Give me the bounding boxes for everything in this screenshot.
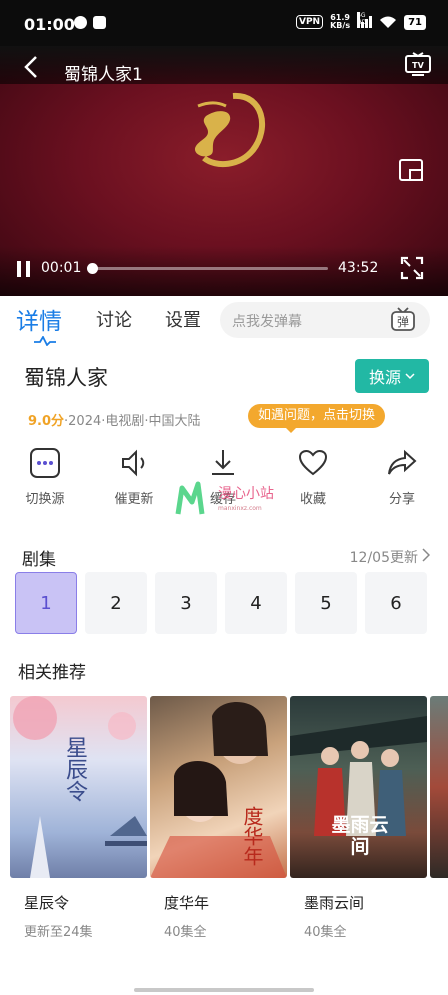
signal-label: 5G HD [357,12,366,26]
episode-button[interactable]: 2 [85,572,147,634]
notification-icons [74,16,106,29]
watermark-text: 漫心小站 [218,486,274,502]
tab-bar: 详情 讨论 设置 点我发弹幕 弹 [0,296,448,350]
recommendation-subtitle: 40集全 [164,925,207,940]
speaker-icon [122,449,145,477]
svg-text:TV: TV [412,61,424,70]
switch-source-button[interactable]: 换源 [355,359,429,393]
status-time: 01:00 [24,15,75,34]
progress-knob[interactable] [87,263,98,274]
episode-button[interactable]: 3 [155,572,217,634]
danmu-input[interactable]: 点我发弹幕 弹 [220,302,430,338]
action-label: 催更新 [114,492,154,507]
video-player[interactable]: 蜀锦人家1 TV 00:01 43:52 [0,46,448,296]
partial-poster-image[interactable] [430,696,448,878]
action-label: 分享 [388,492,415,507]
switch-tip-bubble[interactable]: 如遇问题，点击切换 [248,404,386,433]
show-title: 蜀锦人家 [24,366,108,390]
fullscreen-icon[interactable] [400,256,424,280]
back-arrow-icon[interactable] [20,54,42,80]
tab-discussion[interactable]: 讨论 [96,306,132,332]
signal-icon: 5G HD [357,12,373,28]
active-tab-indicator [34,336,56,346]
episodes-heading: 剧集 [22,550,56,570]
recommendation-title: 度华年 [164,894,210,912]
recommendation-title: 星辰令 [24,894,70,912]
poster-title: 墨雨云间 [331,814,389,858]
wechat-icon [74,16,87,29]
action-label: 收藏 [299,492,326,507]
recommendation-subtitle: 更新至24集 [24,925,93,940]
channel-logo-icon [194,92,265,168]
danmu-placeholder: 点我发弹幕 [232,314,302,330]
danmu-icon-char: 弹 [397,315,409,329]
action-share[interactable]: 分享 [367,448,437,507]
site-watermark-logo: 漫心小站 manxinxz.com [175,481,274,515]
poster-image: 墨雨云间 [290,696,427,878]
poster-title: 度华年 [240,806,264,866]
more-dots-icon [30,448,60,478]
chevron-down-icon [405,373,415,380]
action-label: 切换源 [25,492,65,507]
poster-image: 度华年 [150,696,287,878]
recommendation-subtitle: 40集全 [304,925,347,940]
vpn-badge: VPN [296,15,324,29]
show-score: 9.0分 [28,414,65,429]
tv-cast-icon[interactable]: TV [404,52,432,78]
status-indicators: VPN 61.9 KB/s 5G HD 71 [296,12,426,30]
recommendation-card[interactable]: 墨雨云间 墨雨云间 40集全 [290,696,427,940]
danmu-toggle-icon[interactable]: 弹 [390,306,416,334]
episodes-update[interactable]: 12/05更新 [350,547,418,567]
app-notification-icon [93,16,106,29]
watermark-sub: manxinxz.com [218,505,262,512]
progress-bar[interactable] [87,263,328,274]
pause-icon[interactable] [16,260,32,278]
status-bar: 01:00 VPN 61.9 KB/s 5G HD 71 [0,0,448,46]
wifi-icon [380,16,397,28]
heart-icon [298,449,328,476]
action-favorite[interactable]: 收藏 [278,448,348,507]
action-urge-update[interactable]: 催更新 [99,448,169,507]
tab-settings[interactable]: 设置 [165,306,201,332]
recommendation-card[interactable]: 度华年 度华年 40集全 [150,696,287,940]
network-speed-unit: KB/s [330,21,351,30]
episode-button[interactable]: 4 [225,572,287,634]
picture-in-picture-icon[interactable] [398,158,426,184]
episode-button[interactable]: 6 [365,572,427,634]
current-time: 00:01 [41,260,82,276]
show-meta: 9.0分·2024·电视剧·中国大陆 [28,410,201,429]
share-icon [388,449,417,475]
recommendation-title: 墨雨云间 [304,894,365,912]
chevron-right-icon[interactable] [422,548,430,562]
episode-list: 123456 [15,572,448,634]
home-indicator[interactable] [134,988,314,992]
tab-details[interactable]: 详情 [16,302,62,336]
recommendations-heading: 相关推荐 [18,663,86,683]
poster-image: 星辰令 [10,696,147,878]
episode-button[interactable]: 1 [15,572,77,634]
episode-button[interactable]: 5 [295,572,357,634]
action-switch-source[interactable]: 切换源 [10,448,80,507]
show-meta-text: ·2024·电视剧·中国大陆 [64,414,201,429]
battery-indicator: 71 [404,14,426,30]
recommendation-card[interactable]: 星辰令 星辰令 更新至24集 [10,696,147,940]
video-title: 蜀锦人家1 [64,65,143,85]
network-speed: 61.9 KB/s [330,14,350,30]
poster-title: 星辰令 [62,736,87,802]
total-time: 43:52 [338,260,379,276]
switch-source-label: 换源 [368,368,401,387]
